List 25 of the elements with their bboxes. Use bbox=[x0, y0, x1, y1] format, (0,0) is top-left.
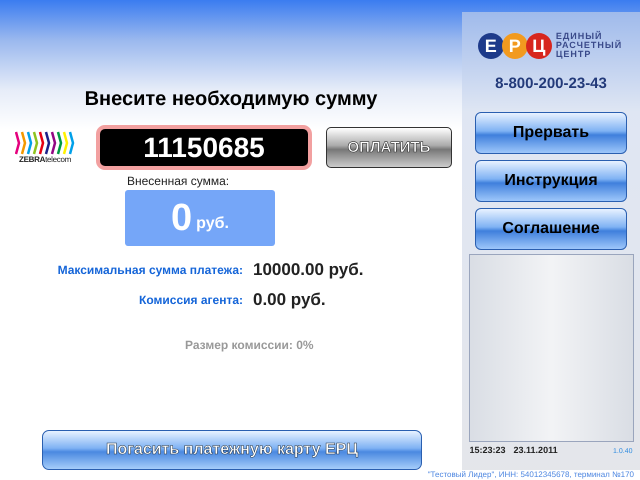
info-label: Максимальная сумма платежа: bbox=[56, 263, 243, 277]
stripes-icon bbox=[15, 131, 75, 155]
page-title: Внесите необходимую сумму bbox=[84, 88, 378, 111]
logo-letter: Е bbox=[478, 32, 504, 58]
status-time: 15:23:23 bbox=[470, 445, 506, 455]
deposited-amount: 0 bbox=[171, 196, 192, 240]
currency-label: руб. bbox=[196, 215, 229, 233]
logo-text: РАСЧЕТНЫЙ bbox=[556, 41, 622, 50]
deposited-label: Внесенная сумма: bbox=[126, 174, 230, 188]
logo-letter: Ц bbox=[526, 32, 552, 58]
terminal-info: "Тестовый Лидер", ИНН: 54012345678, терминал №170 bbox=[426, 470, 635, 480]
status-date: 23.11.2011 bbox=[514, 445, 558, 455]
sidebar-button[interactable]: Прервать bbox=[475, 112, 627, 154]
info-label: Комиссия агента: bbox=[138, 293, 243, 307]
sidebar-button[interactable]: Инструкция bbox=[475, 160, 627, 202]
sidebar-button[interactable]: Соглашение bbox=[475, 208, 627, 250]
info-value: 10000.00 руб. bbox=[253, 260, 364, 280]
provider-logo-text: ZEBRAtelecom bbox=[19, 155, 71, 164]
phone-number: 8-800-200-23-43 bbox=[495, 75, 607, 92]
logo-text: ЕДИНЫЙ bbox=[556, 32, 602, 41]
account-number-field[interactable]: 11150685 bbox=[96, 125, 312, 170]
info-value: 0.00 руб. bbox=[253, 290, 327, 310]
logo-text: ЦЕНТР bbox=[556, 50, 592, 59]
logo-letter: Р bbox=[502, 32, 528, 58]
commission-note: Размер комиссии: 0% bbox=[185, 338, 315, 352]
